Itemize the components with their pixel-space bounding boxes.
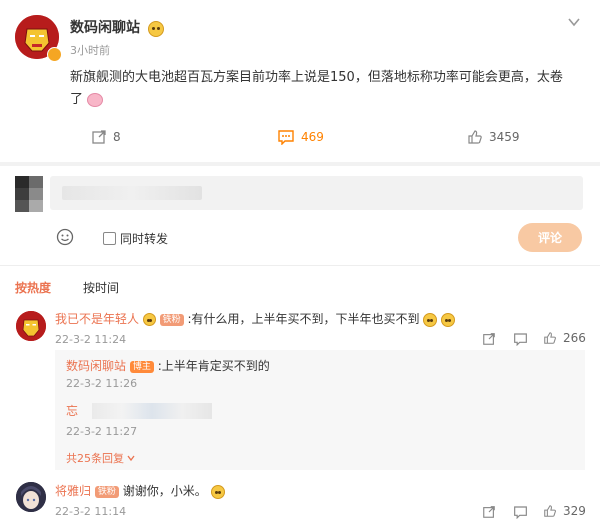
comment-username[interactable]: 将雅归 [55,484,91,498]
fan-badge: 铁粉 [159,313,184,326]
comment-text: :有什么用，上半年买不到，下半年也买不到 [187,312,420,326]
repost-checkbox-label: 同时转发 [120,232,169,246]
post-time: 3小时前 [70,44,110,57]
comment-reply-button[interactable] [513,504,528,523]
comment-icon [514,506,527,520]
thumbs-up-icon [544,332,556,344]
post-text-line2: 了 [70,92,84,107]
comment-like-count: 266 [563,331,586,345]
comment-button[interactable]: 469 [277,129,324,145]
comment-icon [278,130,294,145]
reply-username[interactable]: 忘 [66,402,78,419]
user-emoji-icon [142,313,156,326]
comment-reply-button[interactable] [513,331,528,350]
laugh-emoji-icon [441,312,456,327]
comment-like-button[interactable]: 329 [543,504,586,518]
repost-button[interactable]: 8 [91,129,121,145]
comment-body: 我已不是年轻人 铁粉 :有什么用，上半年买不到，下半年也买不到 [55,311,456,327]
reply-item: 忘 [66,402,213,419]
tab-sort-hot[interactable]: 按热度 [15,279,51,296]
comment-like-button[interactable]: 266 [543,331,586,345]
share-icon [483,506,495,518]
author-emoji-icon [148,20,164,37]
verified-badge-icon [47,47,62,62]
more-options-chevron-icon[interactable] [567,14,581,28]
thumbs-up-icon [468,130,482,144]
current-user-avatar [15,176,43,212]
comment-text: 谢谢你，小米。 [122,484,207,498]
reply-text: :上半年肯定买不到的 [157,359,270,373]
reply-time: 22-3-2 11:27 [66,425,138,438]
comment-time: 22-3-2 11:14 [55,505,127,518]
tab-sort-time[interactable]: 按时间 [83,279,119,296]
comment-username[interactable]: 我已不是年轻人 [55,312,139,326]
comment-body: 将雅归 铁粉 谢谢你，小米。 [55,483,225,499]
laugh-emoji-icon [423,312,438,327]
reply-redacted-content [92,402,213,419]
post-author-name[interactable]: 数码闲聊站 [70,17,140,37]
repost-icon [92,130,106,144]
composer-divider [0,265,600,266]
post-text-line1: 新旗舰测的大电池超百瓦方案目前功率上说是150，但落地标称功率可能会更高，太卷 [70,70,563,85]
reply-username[interactable]: 数码闲聊站 [66,359,126,373]
reply-time: 22-3-2 11:26 [66,377,138,390]
comment-avatar[interactable] [16,482,46,512]
repost-count: 8 [113,130,121,144]
action-bar-divider [0,162,600,166]
comment-avatar[interactable] [16,311,46,341]
reply-item: 数码闲聊站 博主 :上半年肯定买不到的 [66,357,270,374]
pig-emoji-icon [87,92,104,107]
comment-share-button[interactable] [482,504,496,523]
like-count: 3459 [489,130,520,144]
comment-input-redacted-text [62,186,202,200]
checkbox-box-icon [103,232,116,245]
like-button[interactable]: 3459 [467,129,520,145]
fan-badge: 铁粉 [94,485,119,498]
comment-count: 469 [301,130,324,144]
comment-input[interactable] [50,176,583,210]
post-text: 新旗舰测的大电池超百瓦方案目前功率上说是150，但落地标称功率可能会更高，太卷 … [70,67,580,111]
ironman-avatar-icon [16,311,46,341]
anime-avatar-icon [16,482,46,512]
doge-emoji-icon [210,484,225,499]
more-replies-label: 共25条回复 [66,452,124,465]
chevron-down-icon [127,455,135,462]
comment-like-count: 329 [563,504,586,518]
thumbs-up-icon [544,505,556,517]
comment-icon [514,333,527,347]
comment-share-button[interactable] [482,331,496,350]
repost-checkbox[interactable]: 同时转发 [103,230,168,247]
submit-comment-button[interactable]: 评论 [518,223,582,252]
share-icon [483,333,495,345]
more-replies-link[interactable]: 共25条回复 [66,450,135,466]
smile-icon [56,228,74,246]
comment-time: 22-3-2 11:24 [55,333,127,346]
emoji-picker-button[interactable] [56,228,74,246]
owner-badge: 博主 [129,360,154,373]
